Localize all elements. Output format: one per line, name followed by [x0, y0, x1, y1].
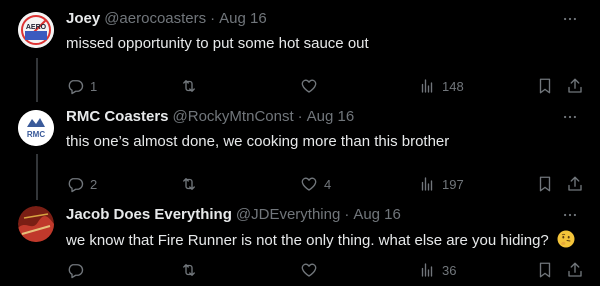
timestamp[interactable]: Aug 16 [219, 10, 267, 28]
bookmark-icon [539, 176, 551, 192]
heart-icon [301, 177, 317, 191]
tweet-text: missed opportunity to put some hot sauce… [66, 35, 369, 52]
tweet-text: we know that Fire Runner is not the only… [66, 232, 549, 249]
retweet-button[interactable] [180, 174, 198, 194]
like-button[interactable] [300, 76, 318, 96]
separator: · [297, 108, 303, 125]
share-button[interactable] [566, 174, 584, 194]
tweet-text: this one’s almost done, we cooking more … [66, 133, 450, 150]
separator: · [210, 10, 216, 27]
more-options-icon[interactable] [560, 108, 580, 126]
avatar[interactable] [18, 206, 54, 242]
action-bar: 36 [66, 260, 586, 280]
display-name[interactable]: Jacob Does Everything [66, 206, 232, 224]
tweet[interactable]: RMC RMC Coasters @RockyMtnConst · Aug 16… [0, 108, 600, 193]
heart-icon [301, 79, 317, 93]
bookmark-button[interactable] [536, 260, 554, 280]
display-name[interactable]: Joey [66, 10, 100, 28]
more-options-icon[interactable] [560, 206, 580, 224]
reply-button[interactable] [66, 260, 84, 280]
more-options-icon[interactable] [560, 10, 580, 28]
reply-icon [68, 80, 84, 95]
reply-button[interactable]: 2 [66, 174, 97, 194]
reply-count: 1 [90, 78, 98, 94]
share-button[interactable] [566, 260, 584, 280]
avatar[interactable]: AERO [18, 12, 54, 48]
tweet[interactable]: AERO Joey @aerocoasters · Aug 16 missed … [0, 10, 600, 95]
retweet-button[interactable] [180, 260, 198, 280]
views-icon [421, 79, 433, 93]
handle[interactable]: @aerocoasters [104, 10, 206, 28]
action-bar: 1 148 [66, 76, 586, 96]
display-name[interactable]: RMC Coasters [66, 108, 169, 126]
avatar-logo-text: RMC [27, 130, 45, 139]
handle[interactable]: @JDEverything [236, 206, 340, 224]
retweet-icon [183, 264, 195, 276]
share-icon [568, 176, 582, 191]
avatar-logo-text: AERO [26, 24, 47, 31]
view-count: 197 [442, 176, 464, 192]
timestamp[interactable]: Aug 16 [353, 206, 401, 224]
reply-icon [68, 178, 84, 193]
retweet-button[interactable] [180, 76, 198, 96]
reply-button[interactable]: 1 [66, 76, 97, 96]
tweet[interactable]: Jacob Does Everything @JDEverything · Au… [0, 206, 600, 286]
views-icon [421, 177, 433, 191]
reply-icon [68, 264, 84, 279]
like-button[interactable] [300, 260, 318, 280]
avatar[interactable]: RMC [18, 110, 54, 146]
share-icon [568, 78, 582, 93]
timestamp[interactable]: Aug 16 [307, 108, 355, 126]
thinking-face-icon [557, 230, 575, 248]
retweet-icon [183, 178, 195, 190]
view-count: 36 [442, 262, 457, 278]
view-count: 148 [442, 78, 464, 94]
bookmark-button[interactable] [536, 174, 554, 194]
bookmark-button[interactable] [536, 76, 554, 96]
share-icon [568, 262, 582, 277]
views-button[interactable]: 148 [418, 76, 464, 96]
share-button[interactable] [566, 76, 584, 96]
reply-count: 2 [90, 176, 98, 192]
bookmark-icon [539, 78, 551, 94]
bookmark-icon [539, 262, 551, 278]
like-count: 4 [324, 176, 332, 192]
heart-icon [301, 263, 317, 277]
retweet-icon [183, 80, 195, 92]
views-button[interactable]: 197 [418, 174, 464, 194]
handle[interactable]: @RockyMtnConst [173, 108, 294, 126]
views-button[interactable]: 36 [418, 260, 456, 280]
views-icon [421, 263, 433, 277]
separator: · [344, 206, 350, 223]
tweet-text-wrap: we know that Fire Runner is not the only… [66, 230, 575, 251]
action-bar: 2 4 197 [66, 174, 586, 194]
like-button[interactable]: 4 [300, 174, 331, 194]
